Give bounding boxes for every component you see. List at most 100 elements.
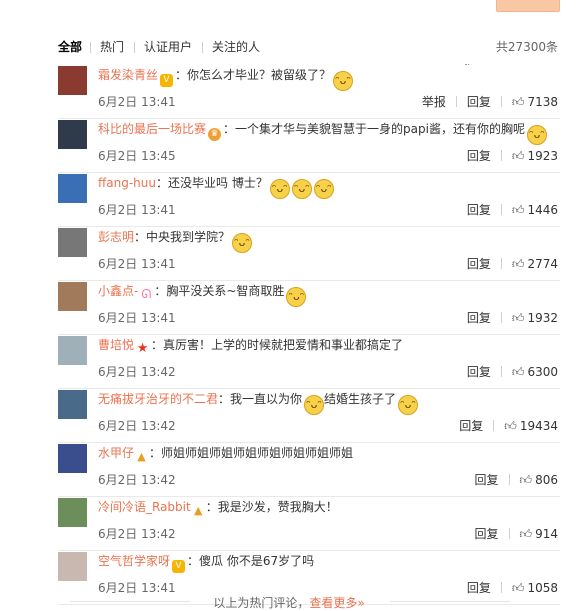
avatar[interactable]	[58, 552, 87, 581]
footer-divider	[390, 601, 510, 602]
tab-divider	[202, 42, 203, 53]
like-button[interactable]: 👍︎ 7138	[512, 94, 558, 110]
comment-actions: 举报 回复 👍︎ 7138	[412, 94, 558, 110]
emoji-icon: ᵔᴗᵔ	[291, 179, 312, 199]
tab-following[interactable]: 关注的人	[212, 38, 260, 56]
tab-hot[interactable]: 热门	[100, 38, 124, 56]
tab-verified[interactable]: 认证用户	[144, 38, 192, 56]
footer: 以上为热门评论，查看更多»	[0, 594, 578, 611]
comment-actions: 回复 👍︎ 19434	[449, 418, 558, 434]
action-divider	[500, 150, 502, 161]
like-count: 1923	[527, 149, 558, 163]
party-badge-icon: ▲	[193, 504, 203, 517]
thumbs-up-icon: 👍︎	[511, 95, 525, 109]
tab-all[interactable]: 全部	[58, 38, 82, 56]
comment-username[interactable]: 科比的最后一场比赛	[98, 122, 206, 136]
like-count: 806	[535, 473, 558, 487]
comment-username[interactable]: 水甲仔	[98, 446, 134, 460]
bunny-badge-icon: ᘏ	[141, 287, 152, 301]
like-count: 2774	[527, 257, 558, 271]
avatar[interactable]	[58, 444, 87, 473]
comment-time: 6月2日 13:41	[98, 203, 176, 217]
like-button[interactable]: 👍︎ 1446	[512, 202, 558, 218]
avatar[interactable]	[58, 336, 87, 365]
comment-username[interactable]: 小鑫点-	[98, 284, 138, 298]
like-count: 1058	[527, 581, 558, 595]
comment-text: ：真厉害！上学的时候就把爱情和事业都搞定了	[151, 338, 404, 352]
comment-text: ：我是沙发，赞我胸大！	[205, 500, 338, 514]
footer-divider	[70, 601, 190, 602]
emoji-icon: ᵔᴗᵔ	[304, 395, 325, 415]
comment-time: 6月2日 13:42	[98, 527, 176, 541]
avatar[interactable]	[58, 174, 87, 203]
avatar[interactable]	[58, 498, 87, 527]
comment-time: 6月2日 13:42	[98, 419, 176, 433]
comment-text: ：胸平没关系~智商取胜	[154, 284, 285, 298]
avatar[interactable]	[58, 228, 87, 257]
comment-tabs: 全部 热门 认证用户 关注的人 共27300条	[58, 38, 558, 58]
list-item: 霜发染青丝 V ：你怎么才毕业？被留级了？ ᵔᴗᵔ 6月2日 13:41 举报 回复 👍︎ 71…	[58, 64, 560, 119]
action-divider	[493, 420, 495, 431]
reply-link[interactable]: 回复	[467, 94, 491, 110]
like-count: 7138	[527, 95, 558, 109]
post-button[interactable]	[496, 0, 560, 12]
reply-link[interactable]: 回复	[467, 256, 491, 272]
reply-link[interactable]: 回复	[459, 418, 483, 434]
reply-link[interactable]: 回复	[467, 310, 491, 326]
reply-link[interactable]: 回复	[467, 148, 491, 164]
action-divider	[500, 366, 502, 377]
like-button[interactable]: 👍︎ 1932	[512, 310, 558, 326]
comment-text: ：傻瓜 你不是67岁了吗	[187, 554, 315, 568]
comment-username[interactable]: 彭志明	[98, 230, 134, 244]
emoji-icon: ᵔᴗᵔ	[269, 179, 290, 199]
comment-text: ：你怎么才毕业？被留级了？	[175, 68, 332, 82]
like-button[interactable]: 👍︎ 806	[520, 472, 558, 488]
action-divider	[508, 528, 510, 539]
comment-username[interactable]: 冷间冷语_Rabbit	[98, 500, 191, 514]
like-button[interactable]: 👍︎ 1923	[512, 148, 558, 164]
avatar[interactable]	[58, 66, 87, 95]
reply-link[interactable]: 回复	[467, 364, 491, 380]
avatar[interactable]	[58, 120, 87, 149]
comment-username[interactable]: 空气哲学家呀	[98, 554, 170, 568]
comment-username[interactable]: 霜发染青丝	[98, 68, 158, 82]
comment-username[interactable]: 曹培悦	[98, 338, 134, 352]
comment-actions: 回复 👍︎ 6300	[457, 364, 558, 380]
reply-link[interactable]: 回复	[475, 526, 499, 542]
thumbs-up-icon: 👍︎	[519, 473, 533, 487]
comment-time: 6月2日 13:42	[98, 473, 176, 487]
action-divider	[500, 258, 502, 269]
comment-time: 6月2日 13:41	[98, 257, 176, 271]
crown-badge-icon: ♛	[208, 128, 222, 141]
comment-actions: 回复 👍︎ 2774	[457, 256, 558, 272]
star-badge-icon: ★	[136, 341, 149, 356]
reply-link[interactable]: 回复	[475, 472, 499, 488]
emoji-icon: ᵔᴗᵔ	[398, 395, 419, 415]
report-link[interactable]: 举报	[422, 94, 446, 110]
top-strip	[0, 0, 578, 30]
like-count: 914	[535, 527, 558, 541]
list-item: 冷间冷语_Rabbit ▲ ：我是沙发，赞我胸大！ 6月2日 13:42 回复 👍︎ 914	[58, 496, 560, 551]
like-button[interactable]: 👍︎ 6300	[512, 364, 558, 380]
emoji-icon: ᵔᴗᵔ	[313, 179, 334, 199]
like-count: 6300	[527, 365, 558, 379]
tab-divider	[134, 42, 135, 53]
like-button[interactable]: 👍︎ 19434	[504, 418, 558, 434]
avatar[interactable]	[58, 390, 87, 419]
like-button[interactable]: 👍︎ 2774	[512, 256, 558, 272]
emoji-icon: ᵔᴗᵔ	[232, 233, 253, 253]
comment-time: 6月2日 13:41	[98, 311, 176, 325]
reply-link[interactable]: 回复	[467, 202, 491, 218]
comment-time: 6月2日 13:41	[98, 95, 176, 109]
thumbs-up-icon: 👍︎	[511, 311, 525, 325]
comment-username[interactable]: 无痛拔牙治牙的不二君	[98, 392, 218, 406]
like-button[interactable]: 👍︎ 914	[520, 526, 558, 542]
comment-actions: 回复 👍︎ 1932	[457, 310, 558, 326]
comment-username[interactable]: ffang-huu	[98, 176, 156, 190]
action-divider	[500, 582, 502, 593]
vip-badge-icon: V	[172, 560, 186, 573]
list-item: 无痛拔牙治牙的不二君：我一直以为你 ᵔᴗᵔ 结婚生孩子了 ᵔᴗᵔ 6月2日 13:42 回…	[58, 388, 560, 443]
avatar[interactable]	[58, 282, 87, 311]
like-count: 19434	[519, 419, 558, 433]
action-divider	[500, 312, 502, 323]
